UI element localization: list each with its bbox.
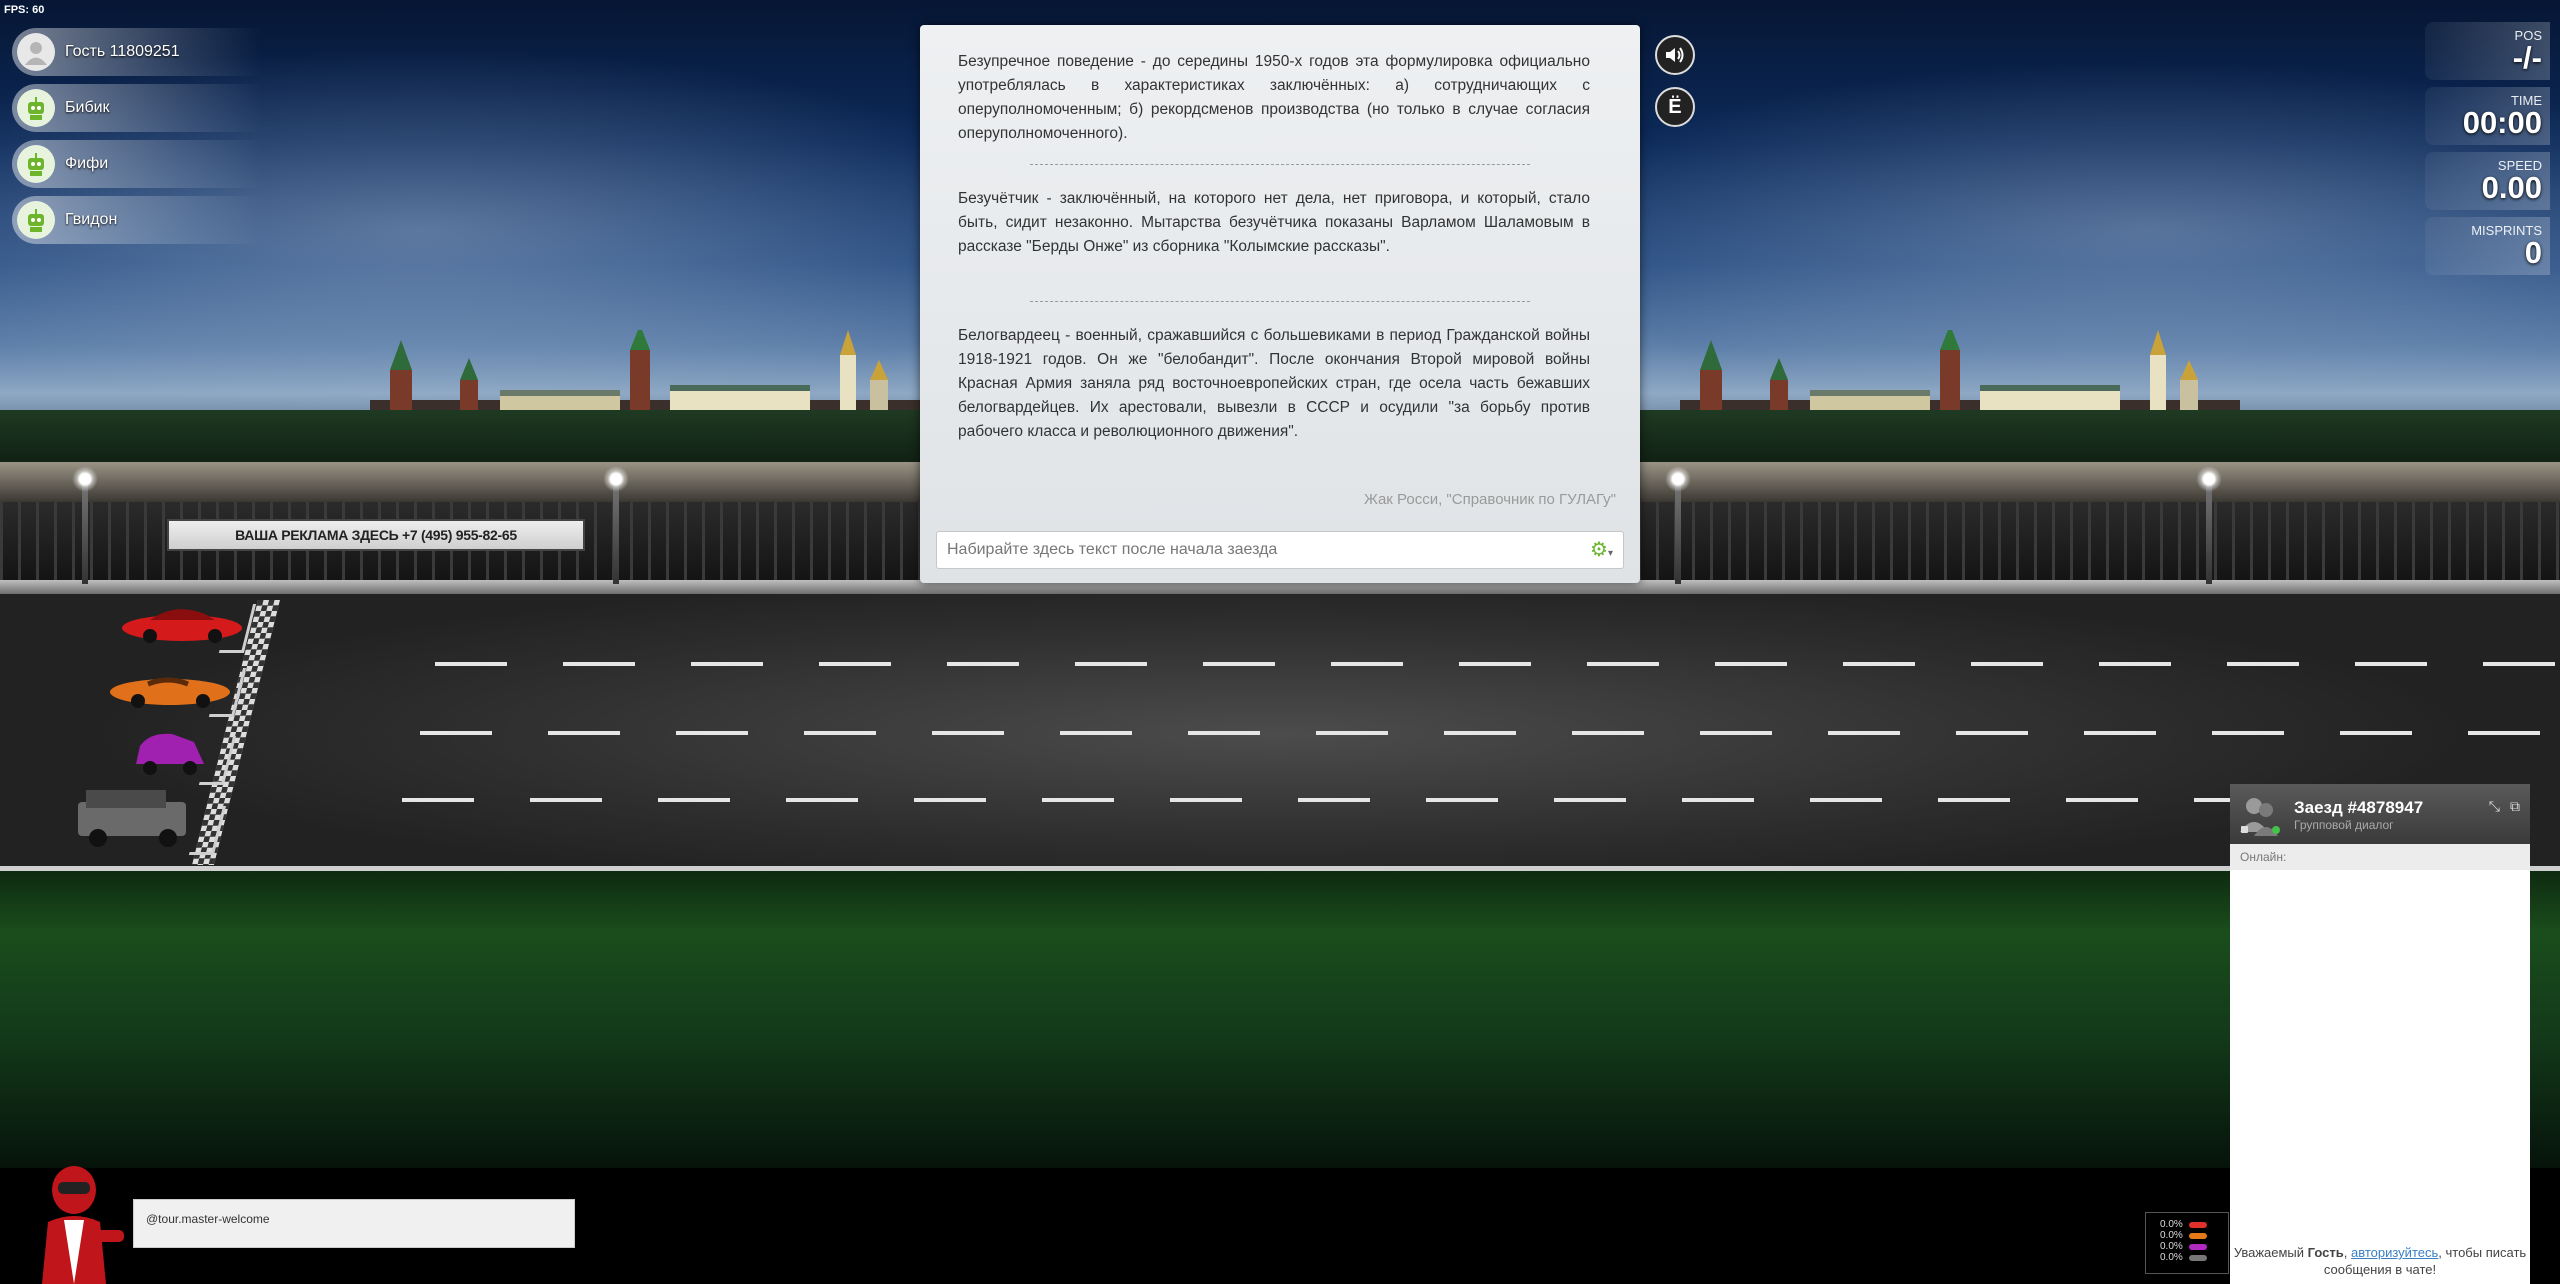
car-color-dot <box>2188 1254 2207 1261</box>
notice-guest: Гость <box>2307 1245 2344 1260</box>
progress-row: 0.0% <box>2146 1230 2228 1241</box>
stat-speed: SPEED 0.00 <box>2425 152 2550 210</box>
robot-icon <box>17 201 55 239</box>
stat-value: -/- <box>2512 40 2542 75</box>
stat-misprints: MISPRINTS 0 <box>2425 217 2550 275</box>
sound-button[interactable] <box>1655 35 1695 75</box>
lamp-light <box>1665 466 1691 492</box>
chat-title: Заезд #4878947 <box>2294 798 2424 817</box>
stat-pos: POS -/- <box>2425 22 2550 80</box>
race-progress-mini: 0.0% 0.0% 0.0% 0.0% <box>2145 1212 2229 1274</box>
stat-value: 00:00 <box>2462 105 2542 140</box>
robot-icon <box>17 145 55 183</box>
chat-login-notice: Уважаемый Гость, авторизуйтесь, чтобы пи… <box>2230 1244 2530 1278</box>
notice-text: , <box>2343 1245 2351 1260</box>
lane-marking-2 <box>420 731 2560 735</box>
car-color-dot <box>2188 1243 2207 1250</box>
chat-header: Заезд #4878947 Групповой диалог ⤡ ⧉ <box>2230 784 2530 844</box>
player-row-bot[interactable]: Бибик <box>12 84 262 132</box>
ad-banner[interactable]: ВАША РЕКЛАМА ЗДЕСЬ +7 (495) 955-82-65 <box>167 519 585 551</box>
stat-label: TIME <box>2510 93 2542 108</box>
tour-message[interactable]: @tour.master-welcome <box>133 1199 575 1248</box>
purple-hatchback <box>136 733 204 775</box>
progress-row: 0.0% <box>2146 1252 2228 1263</box>
typing-text-panel: Безупречное поведение - до середины 1950… <box>920 25 1640 583</box>
stat-label: MISPRINTS <box>2471 223 2542 238</box>
lamp-light <box>603 466 629 492</box>
chat-subtitle: Групповой диалог <box>2294 818 2394 832</box>
street-lamp <box>82 478 88 584</box>
racer-mascot <box>42 1166 124 1284</box>
player-name: Гость 11809251 <box>65 43 180 60</box>
lane-marking-1 <box>435 662 2560 666</box>
text-paragraph: Белогвардеец - военный, сражавшийся с бо… <box>958 327 1590 440</box>
progress-value: 0.0% <box>2160 1219 2183 1230</box>
separator <box>1030 164 1530 165</box>
player-name: Гвидон <box>65 211 118 228</box>
player-row-bot[interactable]: Фифи <box>12 140 262 188</box>
red-sports-car <box>122 609 242 643</box>
online-label: Онлайн: <box>2230 844 2530 870</box>
login-link[interactable]: авторизуйтесь <box>2351 1245 2438 1260</box>
stat-time: TIME 00:00 <box>2425 87 2550 145</box>
progress-value: 0.0% <box>2160 1241 2183 1252</box>
separator <box>1030 301 1530 302</box>
street-lamp <box>613 478 619 584</box>
car-color-dot <box>2188 1221 2207 1228</box>
progress-row: 0.0% <box>2146 1241 2228 1252</box>
grey-suv <box>78 790 186 847</box>
progress-value: 0.0% <box>2160 1252 2183 1263</box>
chat-panel: Заезд #4878947 Групповой диалог ⤡ ⧉ Онла… <box>2230 784 2530 1284</box>
stat-value: 0.00 <box>2481 170 2542 205</box>
player-name: Фифи <box>65 155 109 172</box>
yo-toggle-button[interactable]: Ё <box>1655 87 1695 127</box>
gears-icon[interactable]: ⚙▾ <box>1590 540 1613 564</box>
notice-text: Уважаемый <box>2233 1245 2308 1260</box>
progress-row: 0.0% <box>2146 1219 2228 1230</box>
stat-label: POS <box>2514 28 2542 43</box>
street-lamp <box>2206 478 2212 584</box>
minimize-icon[interactable]: ⤡ <box>2489 798 2500 815</box>
text-source: Жак Росси, "Справочник по ГУЛАГу" <box>1363 491 1616 508</box>
lamp-light <box>2196 466 2222 492</box>
progress-value: 0.0% <box>2160 1230 2183 1241</box>
player-row-bot[interactable]: Гвидон <box>12 196 262 244</box>
typing-input-box[interactable]: ⚙▾ <box>936 531 1624 569</box>
orange-convertible <box>110 677 230 708</box>
lamp-light <box>72 466 98 492</box>
group-avatar-icon <box>2240 798 2280 836</box>
text-paragraph: Безучётчик - заключённый, на которого не… <box>958 190 1590 255</box>
typing-input[interactable] <box>937 532 1557 568</box>
stat-label: SPEED <box>2497 158 2542 173</box>
player-name: Бибик <box>65 99 110 116</box>
speaker-icon <box>1666 47 1684 63</box>
grass <box>0 871 2560 1171</box>
car-color-dot <box>2188 1232 2207 1239</box>
text-paragraph: Безупречное поведение - до середины 1950… <box>958 53 1590 142</box>
robot-icon <box>17 89 55 127</box>
street-lamp <box>1675 478 1681 584</box>
stat-value: 0 <box>2524 235 2542 270</box>
popout-icon[interactable]: ⧉ <box>2510 798 2520 815</box>
player-row-guest[interactable]: Гость 11809251 <box>12 28 262 76</box>
user-silhouette-icon <box>17 33 55 71</box>
fps-counter: FPS: 60 <box>4 4 45 16</box>
chat-tools: ⤡ ⧉ <box>2489 798 2520 815</box>
